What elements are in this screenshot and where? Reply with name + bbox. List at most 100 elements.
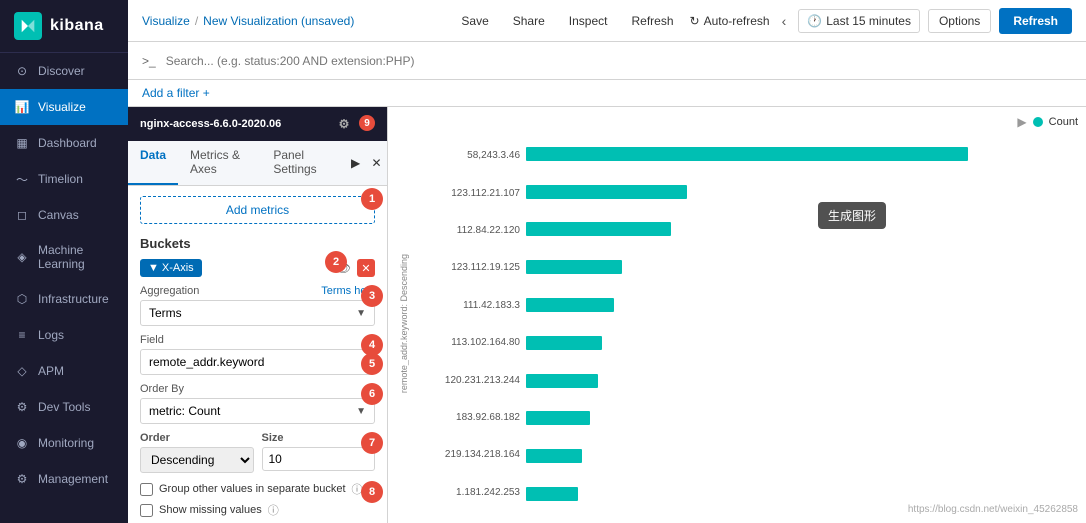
size-input[interactable] [262,447,376,471]
bar-row [526,143,1078,165]
tab-metrics-axes[interactable]: Metrics & Axes [178,141,261,185]
order-col: Order Descending [140,432,254,473]
top-header: Visualize / New Visualization (unsaved) … [128,0,1086,42]
auto-refresh-button[interactable]: ↻ Auto-refresh [690,14,770,28]
order-by-label: Order By [140,383,375,395]
canvas-icon: ◻ [14,207,30,223]
breadcrumb-visualize[interactable]: Visualize [142,14,190,28]
chevron-down-icon: ▼ [356,308,366,319]
legend-arrow-icon[interactable]: ▶ [1017,115,1026,129]
sidebar-item-discover[interactable]: ⊙ Discover [0,53,128,89]
size-sub-label: Size [262,432,376,444]
y-label-7: 183.92.68.182 [416,412,526,423]
prev-time-arrow[interactable]: ‹ [778,9,791,33]
breadcrumb-separator: / [195,14,198,28]
annotation-2: 2 [325,251,347,273]
monitor-icon: ◉ [14,435,30,451]
bar-row [526,218,1078,240]
aggregation-label: Aggregation Terms help [140,285,375,297]
panel-header: nginx-access-6.6.0-2020.06 ⚙ 9 [128,107,387,141]
bar [526,185,687,199]
chart-legend: ▶ Count [396,115,1078,129]
sidebar-item-dev-tools[interactable]: ⚙ Dev Tools [0,389,128,425]
sidebar: kibana ⊙ Discover 📊 Visualize ▦ Dashboar… [0,0,128,523]
bar [526,449,582,463]
breadcrumb: Visualize / New Visualization (unsaved) [142,14,354,28]
order-by-select[interactable]: metric: Count ▼ [140,398,375,424]
x-axis-label-container: remote_addr.keyword: Descending [396,133,416,515]
bar [526,222,671,236]
close-panel-button[interactable]: ✕ [366,141,387,185]
left-panel: nginx-access-6.6.0-2020.06 ⚙ 9 Data Metr… [128,107,388,523]
y-label-2: 112.84.22.120 [416,225,526,236]
compass-icon: ⊙ [14,63,30,79]
content-area: Add a filter + nginx-access-6.6.0-2020.0… [128,80,1086,523]
chevron-down-icon: ▼ [148,262,159,274]
breadcrumb-current: New Visualization (unsaved) [203,14,354,28]
field-select[interactable]: remote_addr.keyword › [140,349,375,375]
order-sub-label: Order [140,432,254,444]
group-other-checkbox[interactable] [140,483,153,496]
y-label-0: 58,243.3.46 [416,150,526,161]
y-label-6: 120.231.213.244 [416,375,526,386]
bar-row [526,445,1078,467]
bar [526,487,578,501]
sidebar-item-apm[interactable]: ◇ APM [0,353,128,389]
add-metrics-button[interactable]: Add metrics [140,196,375,224]
sidebar-item-machine-learning[interactable]: ◈ Machine Learning [0,233,128,281]
legend-dot-icon [1033,117,1043,127]
search-input[interactable] [166,54,1072,68]
sidebar-item-visualize[interactable]: 📊 Visualize [0,89,128,125]
inspect-button[interactable]: Inspect [561,10,616,32]
group-other-checkbox-row: Group other values in separate bucket ⓘ [140,481,375,497]
info-icon-2: ⓘ [268,502,279,518]
share-button[interactable]: Share [505,10,553,32]
show-missing-checkbox[interactable] [140,504,153,517]
watermark: https://blog.csdn.net/weixin_45262858 [908,504,1078,515]
buckets-title: Buckets [140,236,375,251]
save-button[interactable]: Save [453,10,496,32]
refresh-main-button[interactable]: Refresh [999,8,1072,34]
logs-icon: ≡ [14,327,30,343]
bucket-type-label: X-Axis [162,262,194,274]
aggregation-select[interactable]: Terms ▼ [140,300,375,326]
kibana-title: kibana [50,17,104,35]
sidebar-item-infrastructure[interactable]: ⬡ Infrastructure [0,281,128,317]
sidebar-item-monitoring[interactable]: ◉ Monitoring [0,425,128,461]
options-button[interactable]: Options [928,9,991,33]
time-range-selector[interactable]: 🕐 Last 15 minutes [798,9,920,33]
annotation-1: 1 [361,188,383,210]
order-dropdown[interactable]: Descending [140,447,254,473]
sidebar-item-logs[interactable]: ≡ Logs [0,317,128,353]
chart-icon: 📊 [14,99,30,115]
play-button[interactable]: ▶ [345,141,366,185]
tab-data[interactable]: Data [128,141,178,185]
chart-panel: ▶ Count remote_addr.keyword: Descending … [388,107,1086,523]
panel-tabs: Data Metrics & Axes Panel Settings ▶ ✕ [128,141,387,186]
sidebar-item-management[interactable]: ⚙ Management [0,461,128,497]
annotation-9: 9 [359,115,375,131]
y-label-9: 1.181.242.253 [416,487,526,498]
y-axis-labels: 58,243.3.46 123.112.21.107 112.84.22.120… [416,133,526,515]
show-missing-label: Show missing values [159,504,262,516]
sidebar-item-canvas[interactable]: ◻ Canvas [0,197,128,233]
sidebar-item-timelion[interactable]: 〜 Timelion [0,161,128,197]
bucket-remove-button[interactable]: ✕ [357,259,375,277]
sidebar-logo: kibana [0,0,128,53]
add-filter-button[interactable]: Add a filter + [142,86,210,100]
settings-panel-icon[interactable]: ⚙ [335,115,353,133]
bar [526,298,614,312]
annotation-6: 6 [361,383,383,405]
bar [526,147,968,161]
refresh-top-button[interactable]: Refresh [623,10,681,32]
workspace: nginx-access-6.6.0-2020.06 ⚙ 9 Data Metr… [128,107,1086,523]
bucket-toggle-button[interactable]: ▼ X-Axis [140,259,202,277]
clock-icon: 🕐 [807,14,822,28]
refresh-icon: ↻ [690,14,700,28]
tab-panel-settings[interactable]: Panel Settings [261,141,343,185]
time-range-label: Last 15 minutes [826,14,911,28]
search-bar: >_ [128,42,1086,80]
sidebar-item-dashboard[interactable]: ▦ Dashboard [0,125,128,161]
grid-icon: ▦ [14,135,30,151]
index-title: nginx-access-6.6.0-2020.06 [140,118,281,130]
